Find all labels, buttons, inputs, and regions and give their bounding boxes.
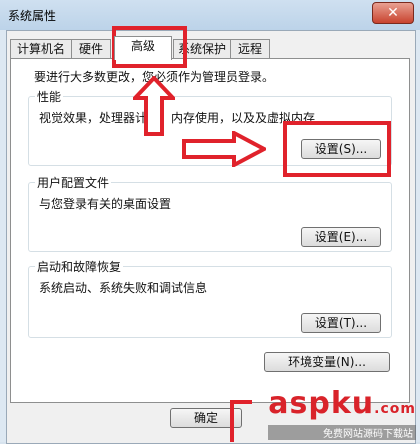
tab-remote[interactable]: 远程 — [230, 39, 270, 59]
window-title: 系统属性 — [8, 9, 57, 23]
environment-variables-button[interactable]: 环境变量(N)... — [264, 352, 390, 372]
up-arrow-icon — [133, 76, 175, 136]
right-arrow-icon — [182, 131, 266, 167]
performance-desc: 视觉效果，处理器计划，内存使用，以及及虚拟内存 — [39, 111, 316, 125]
user-profiles-settings-button[interactable]: 设置(E)... — [301, 227, 381, 247]
watermark-main: aspku — [268, 386, 375, 421]
system-properties-window: 系统属性 ✕ 计算机名 硬件 高级 系统保护 远程 要进行大多数更改，您必须作为… — [0, 0, 420, 444]
user-profiles-desc: 与您登录有关的桌面设置 — [39, 197, 172, 211]
watermark-suffix: .com — [374, 401, 416, 417]
tab-hardware[interactable]: 硬件 — [71, 39, 111, 59]
settings-button-highlight — [283, 121, 391, 177]
user-profiles-title: 用户配置文件 — [35, 174, 112, 191]
close-icon: ✕ — [387, 5, 399, 21]
close-button[interactable]: ✕ — [372, 2, 414, 24]
startup-recovery-title: 启动和故障恢复 — [35, 258, 124, 275]
title-bar[interactable]: 系统属性 ✕ — [0, 0, 420, 30]
startup-recovery-desc: 系统启动、系统失败和调试信息 — [39, 281, 208, 295]
tab-computer-name[interactable]: 计算机名 — [10, 39, 72, 59]
lower-highlight — [230, 400, 252, 442]
startup-settings-button[interactable]: 设置(T)... — [301, 313, 381, 333]
watermark-logo: aspku.com 免费网站源码下载站 — [268, 388, 416, 440]
watermark-sub: 免费网站源码下载站 — [268, 425, 416, 440]
user-profiles-group: 用户配置文件 与您登录有关的桌面设置 设置(E)... — [28, 174, 392, 252]
performance-title: 性能 — [35, 88, 64, 105]
startup-recovery-group: 启动和故障恢复 系统启动、系统失败和调试信息 设置(T)... — [28, 258, 392, 338]
tab-advanced[interactable]: 高级 — [114, 36, 172, 60]
